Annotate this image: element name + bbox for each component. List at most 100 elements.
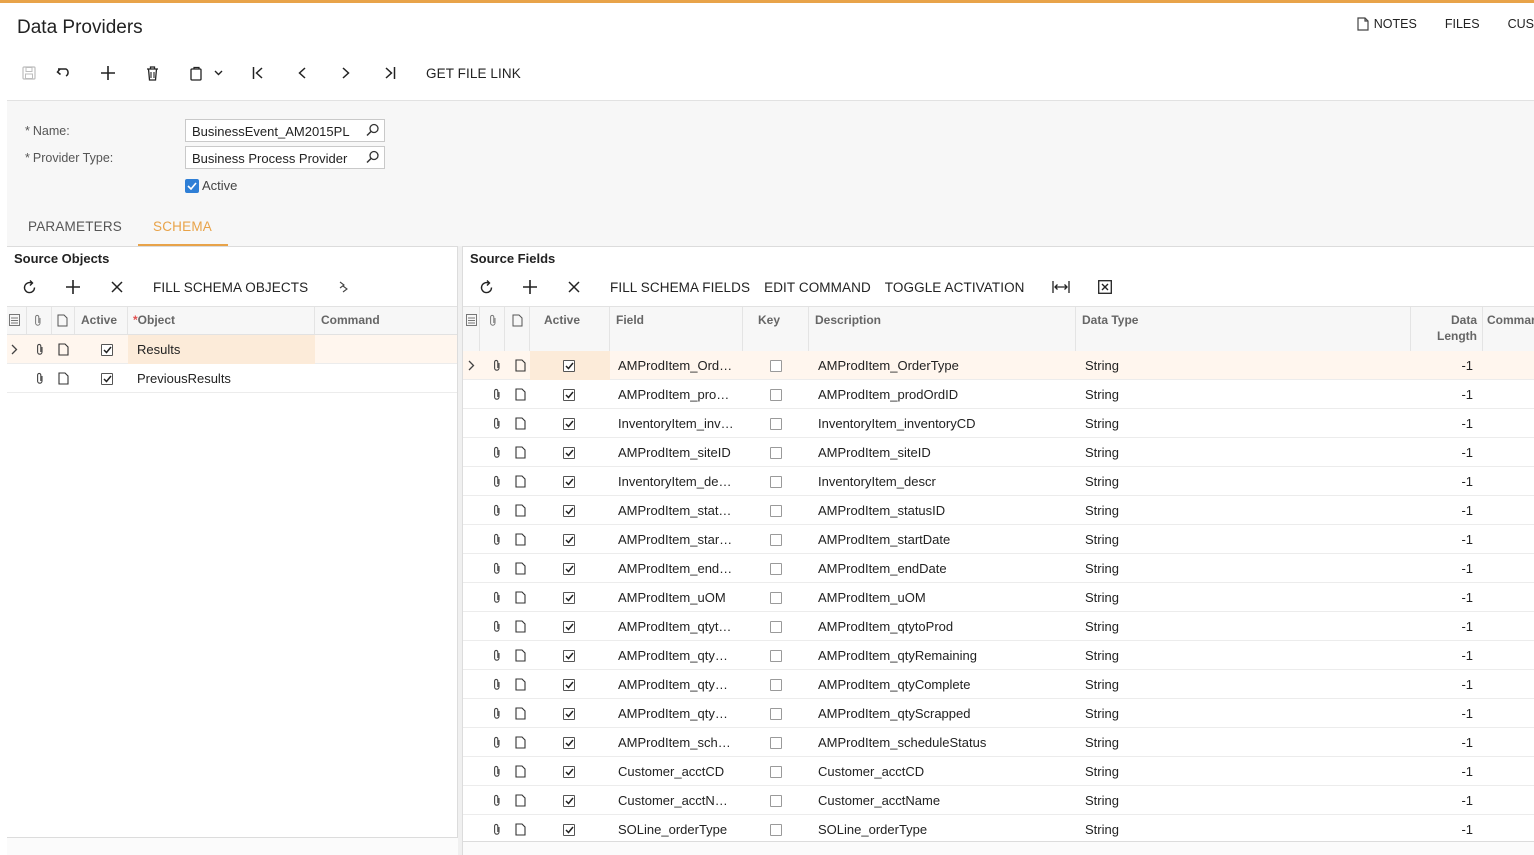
row-checkbox-unchecked[interactable] [770, 533, 782, 546]
data-length-cell[interactable]: -1 [1411, 351, 1483, 380]
copy-paste-button[interactable] [184, 60, 210, 86]
row-checkbox-checked[interactable] [563, 736, 575, 749]
data-length-cell[interactable]: -1 [1411, 583, 1483, 612]
key-cell[interactable] [743, 351, 809, 380]
fill-schema-fields-button[interactable]: FILL SCHEMA FIELDS [610, 280, 750, 295]
row-checkbox-unchecked[interactable] [770, 388, 782, 401]
field-cell[interactable]: Customer_acctCD [610, 757, 743, 786]
data-length-cell[interactable]: -1 [1411, 525, 1483, 554]
active-cell[interactable] [530, 525, 610, 554]
data-type-column-header[interactable]: Data Type [1076, 307, 1411, 351]
note-icon[interactable] [505, 583, 530, 612]
field-cell[interactable]: AMProdItem_qty… [610, 641, 743, 670]
key-cell[interactable] [743, 757, 809, 786]
active-cell[interactable] [75, 335, 128, 364]
field-cell[interactable]: AMProdItem_star… [610, 525, 743, 554]
row-selector[interactable] [463, 467, 480, 496]
row-selector[interactable] [463, 641, 480, 670]
row-checkbox-checked[interactable] [563, 823, 575, 836]
note-icon[interactable] [505, 351, 530, 380]
paperclip-icon[interactable] [480, 641, 505, 670]
paperclip-icon[interactable] [480, 670, 505, 699]
table-row[interactable]: Customer_acctCD Customer_acctCD String -1 [463, 757, 1534, 786]
data-length-cell[interactable]: -1 [1411, 757, 1483, 786]
note-icon[interactable] [505, 786, 530, 815]
refresh-button[interactable] [7, 276, 51, 298]
row-checkbox-unchecked[interactable] [770, 504, 782, 517]
row-checkbox-checked[interactable] [563, 359, 575, 372]
active-cell[interactable] [530, 612, 610, 641]
data-type-cell[interactable]: String [1076, 583, 1411, 612]
description-cell[interactable]: AMProdItem_siteID [809, 438, 1076, 467]
search-icon[interactable] [366, 150, 380, 167]
table-row[interactable]: AMProdItem_star… AMProdItem_startDate Stri… [463, 525, 1534, 554]
key-cell[interactable] [743, 815, 809, 844]
table-row[interactable]: InventoryItem_inv… InventoryItem_inventor… [463, 409, 1534, 438]
table-row[interactable]: AMProdItem_qty… AMProdItem_qtyScrapped Str… [463, 699, 1534, 728]
note-icon[interactable] [505, 554, 530, 583]
delete-button[interactable] [130, 60, 174, 86]
field-cell[interactable]: AMProdItem_siteID [610, 438, 743, 467]
row-checkbox-checked[interactable] [563, 707, 575, 720]
paperclip-icon[interactable] [480, 815, 505, 844]
field-cell[interactable]: AMProdItem_uOM [610, 583, 743, 612]
row-checkbox-checked[interactable] [563, 388, 575, 401]
data-length-cell[interactable]: -1 [1411, 670, 1483, 699]
description-cell[interactable]: AMProdItem_statusID [809, 496, 1076, 525]
data-type-cell[interactable]: String [1076, 351, 1411, 380]
delete-row-button[interactable] [95, 276, 139, 298]
row-checkbox-checked[interactable] [563, 678, 575, 691]
description-cell[interactable]: AMProdItem_startDate [809, 525, 1076, 554]
active-cell[interactable] [530, 409, 610, 438]
table-row[interactable]: AMProdItem_sch… AMProdItem_scheduleStatus… [463, 728, 1534, 757]
field-cell[interactable]: AMProdItem_sch… [610, 728, 743, 757]
refresh-button[interactable] [464, 276, 508, 298]
row-selector[interactable] [463, 380, 480, 409]
note-icon[interactable] [505, 409, 530, 438]
row-selector[interactable] [463, 438, 480, 467]
description-column-header[interactable]: Description [809, 307, 1076, 351]
undo-button[interactable] [42, 60, 86, 86]
data-length-cell[interactable]: -1 [1411, 554, 1483, 583]
row-checkbox-checked[interactable] [563, 649, 575, 662]
active-cell[interactable] [530, 438, 610, 467]
tab-schema[interactable]: SCHEMA [138, 211, 228, 246]
row-checkbox-unchecked[interactable] [770, 794, 782, 807]
active-cell[interactable] [530, 815, 610, 844]
description-cell[interactable]: AMProdItem_qtyScrapped [809, 699, 1076, 728]
paperclip-icon[interactable] [480, 525, 505, 554]
last-record-button[interactable] [368, 60, 412, 86]
key-cell[interactable] [743, 467, 809, 496]
field-cell[interactable]: AMProdItem_stat… [610, 496, 743, 525]
command-column-header[interactable]: Command [315, 307, 457, 334]
export-excel-button[interactable] [1083, 276, 1127, 298]
provider-type-field[interactable]: Business Process Provider [185, 146, 385, 169]
active-cell[interactable] [530, 670, 610, 699]
key-cell[interactable] [743, 380, 809, 409]
data-length-cell[interactable]: -1 [1411, 467, 1483, 496]
data-type-cell[interactable]: String [1076, 670, 1411, 699]
paperclip-icon[interactable] [480, 409, 505, 438]
key-cell[interactable] [743, 612, 809, 641]
description-cell[interactable]: AMProdItem_qtyComplete [809, 670, 1076, 699]
object-cell[interactable]: Results [128, 335, 315, 364]
note-icon[interactable] [505, 815, 530, 844]
data-type-cell[interactable]: String [1076, 699, 1411, 728]
note-icon[interactable] [52, 335, 75, 364]
table-row[interactable]: AMProdItem_end… AMProdItem_endDate String -… [463, 554, 1534, 583]
active-cell[interactable] [530, 554, 610, 583]
note-icon[interactable] [52, 364, 75, 393]
description-cell[interactable]: SOLine_orderType [809, 815, 1076, 844]
data-length-cell[interactable]: -1 [1411, 409, 1483, 438]
active-cell[interactable] [530, 786, 610, 815]
row-selector[interactable] [463, 670, 480, 699]
key-cell[interactable] [743, 728, 809, 757]
field-cell[interactable]: AMProdItem_qty… [610, 670, 743, 699]
note-icon[interactable] [505, 438, 530, 467]
row-checkbox-checked[interactable] [563, 533, 575, 546]
row-selector[interactable] [463, 757, 480, 786]
description-cell[interactable]: AMProdItem_uOM [809, 583, 1076, 612]
command-column-header[interactable]: Commar [1483, 307, 1534, 351]
row-checkbox-checked[interactable] [563, 475, 575, 488]
description-cell[interactable]: AMProdItem_scheduleStatus [809, 728, 1076, 757]
